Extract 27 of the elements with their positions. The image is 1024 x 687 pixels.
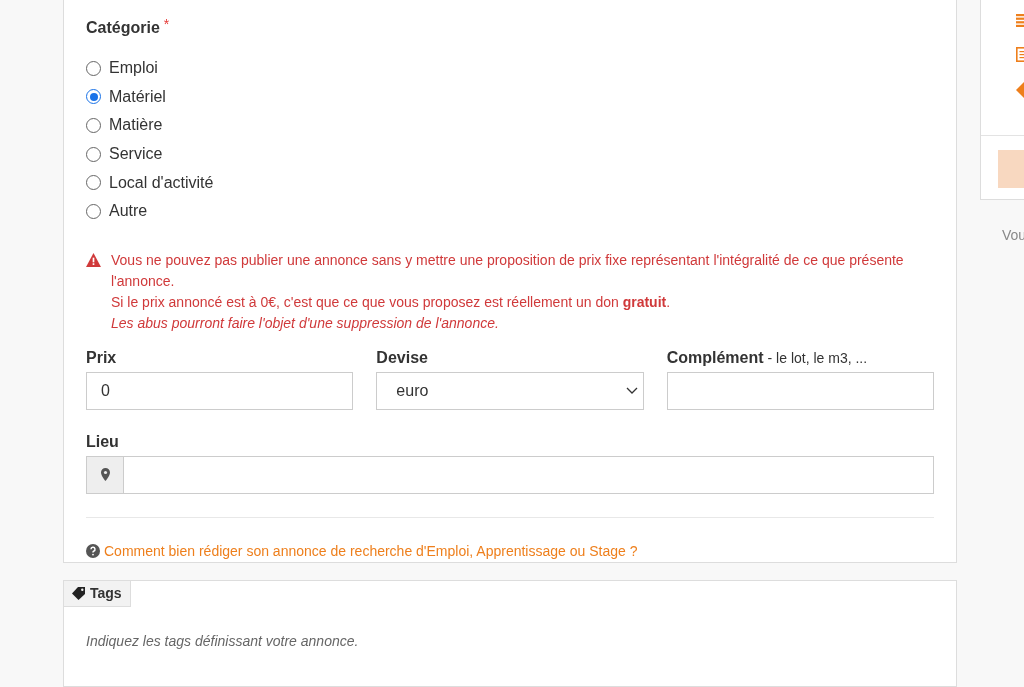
warning-icon bbox=[86, 252, 101, 267]
chevron-icon bbox=[625, 386, 638, 395]
tag-icon bbox=[72, 586, 86, 600]
category-radio[interactable]: Matière bbox=[86, 111, 934, 140]
category-radio[interactable]: Autre bbox=[86, 196, 934, 226]
warning-text: Vous ne pouvez pas publier une annonce sans y mettre une proposition de prix fixe représentant l'intégralité de ce que présente l'annonce. bbox=[111, 250, 905, 291]
field-label: Prix bbox=[86, 347, 117, 368]
field-label: Complément bbox=[666, 347, 764, 368]
category-radio[interactable]: Matériel bbox=[86, 82, 934, 112]
help-icon bbox=[86, 544, 100, 559]
tags-tab[interactable]: Tags bbox=[64, 580, 131, 607]
currency-select[interactable]: euro bbox=[376, 371, 644, 410]
field-label: Devise bbox=[376, 347, 428, 368]
category-radio[interactable]: Local d'activité bbox=[86, 168, 934, 197]
location-field[interactable] bbox=[86, 455, 934, 494]
text-field[interactable] bbox=[666, 371, 934, 410]
text-field[interactable]: 0 bbox=[86, 371, 354, 410]
category-radio[interactable]: Emploi bbox=[86, 54, 934, 83]
tags-hint: Indiquez les tags définissant votre annonce. bbox=[86, 631, 360, 651]
category-radio[interactable]: Service bbox=[86, 139, 934, 169]
required-mark: * bbox=[163, 15, 170, 34]
category-label: Catégorie bbox=[86, 18, 160, 38]
map-pin-icon bbox=[100, 468, 110, 482]
field-hint: - le lot, le m3, ... bbox=[767, 348, 868, 368]
warning-text: Si le prix annoncé est à 0€, c'est que ce que vous proposez est réellement un don gratuit. bbox=[111, 292, 672, 312]
field-label: Lieu bbox=[86, 431, 120, 452]
warning-text: Les abus pourront faire l'objet d'une suppression de l'annonce. bbox=[111, 313, 500, 333]
